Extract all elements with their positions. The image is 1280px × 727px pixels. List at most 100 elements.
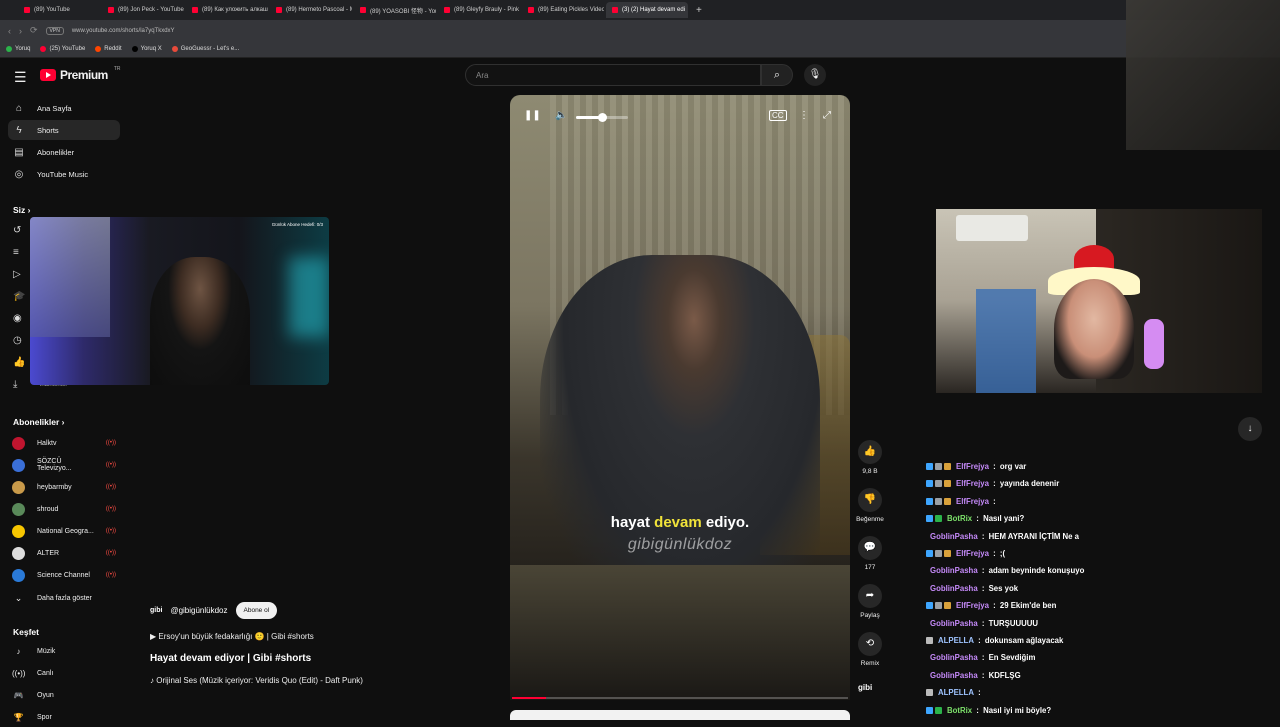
search-input[interactable]: Ara [465,64,761,86]
subscription-item[interactable]: ALTER ((•)) [12,543,116,563]
more-options-icon[interactable]: ⋮ [799,110,809,121]
volume-icon[interactable]: 🔈 [555,110,567,121]
explore-item[interactable]: 🎮 Oyun [12,685,116,705]
video-progress-bar[interactable] [512,697,848,699]
chat-message: GoblinPasha : HEM AYRANI İÇTİM Ne a [926,532,1079,541]
browser-tab[interactable]: (89) Как уложить алкаш [186,2,268,18]
video-title[interactable]: Hayat devam ediyor | Gibi #shorts [150,653,311,664]
courses-icon[interactable]: 🎓 [13,291,25,302]
music-info[interactable]: ♪ Orijinal Ses (Müzik içeriyor: Veridis … [150,676,363,685]
browser-tab[interactable]: (89) Hermeto Pascoal - M [270,2,352,18]
like-button[interactable]: 👍 9,8 B [852,440,888,475]
chat-separator: : [990,601,998,611]
voice-search-button[interactable]: 🎙 [804,64,826,86]
pause-icon[interactable]: ❚❚ [524,110,541,121]
explore-item[interactable]: 🏆 Spor [12,707,116,727]
next-short-preview[interactable] [510,710,850,720]
chat-username[interactable]: GoblinPasha [930,653,978,662]
subscription-item[interactable]: SÖZCÜ Televizyo... ((•)) [12,455,116,475]
subscription-item[interactable]: Halktv ((•)) [12,433,116,453]
scroll-down-button[interactable]: ↓ [1238,417,1262,441]
channel-handle[interactable]: @gibigünlükdoz [170,606,227,615]
playlist-icon[interactable]: ≡ [13,247,19,258]
watch-later-icon[interactable]: ◷ [13,335,22,346]
captions-icon[interactable]: CC [769,110,787,121]
chat-username[interactable]: ElfFrejya [956,497,989,506]
subscription-label: National Geogra... [37,527,94,535]
remix-button[interactable]: ⟲ Remix [852,632,888,667]
show-more-button[interactable]: ⌄ Daha fazla göster [12,588,116,608]
badge-icon [935,463,942,470]
subscription-item[interactable]: heybarmby ((•)) [12,477,116,497]
music-note-icon: ♪ [16,646,21,656]
chat-username[interactable]: GoblinPasha [930,584,978,593]
chat-username[interactable]: ElfFrejya [956,601,989,610]
browser-tab[interactable]: (89) YouTube [18,2,100,18]
browser-tab[interactable]: (89) YOASOBI 怪物 - You [354,2,436,18]
subscriptions-heading[interactable]: Abonelikler › [13,417,65,427]
chat-text: KDFLŞG [988,670,1021,680]
chat-text: org var [999,462,1027,471]
chat-separator: : [974,514,982,524]
chat-username[interactable]: GoblinPasha [930,532,978,541]
podcasts-icon[interactable]: ◉ [13,313,22,324]
channel-avatar-small[interactable]: gibi [858,683,872,692]
explore-item[interactable]: ((•)) Canlı [12,663,116,683]
subscription-item[interactable]: Science Channel ((•)) [12,565,116,585]
your-videos-icon[interactable]: ▷ [13,269,21,280]
video-caption: hayat devam ediyo. [510,514,850,531]
sidebar-item-ana-sayfa[interactable]: ⌂ Ana Sayfa [8,98,120,118]
browser-tab[interactable]: (3) (2) Hayat devam edi [606,2,688,18]
browser-tab[interactable]: (89) Eating Pickles Video [522,2,604,18]
sidebar-item-shorts[interactable]: ϟ Shorts [8,120,120,140]
liked-icon[interactable]: 👍 [13,357,25,368]
sidebar-item-abonelikler[interactable]: ▤ Abonelikler [8,142,120,162]
shorts-video-player[interactable] [510,95,850,700]
new-tab-button[interactable]: + [696,5,702,16]
search-button[interactable]: ⌕ [761,64,793,86]
subscription-item[interactable]: National Geogra... ((•)) [12,521,116,541]
chat-username[interactable]: ElfFrejya [956,462,989,471]
bookmark-item[interactable]: GeoGuessr - Let's e... [171,46,239,52]
vpn-badge[interactable]: VPN [45,26,64,35]
channel-logo[interactable]: gibi [150,607,162,614]
webcam-light [289,257,329,337]
chat-username[interactable]: ElfFrejya [956,479,989,488]
subscription-item[interactable]: shroud ((•)) [12,499,116,519]
history-icon[interactable]: ↺ [13,225,21,236]
browser-tab[interactable]: (89) Jon Peck - YouTube [102,2,184,18]
reload-icon[interactable]: ⟳ [30,25,38,36]
badge-icon [926,480,933,488]
download-icon[interactable]: ⤓ [13,379,17,390]
youtube-favicon-icon [108,7,114,13]
chat-username[interactable]: BotRix [947,514,972,523]
comments-button[interactable]: 💬 177 [852,536,888,571]
fullscreen-icon[interactable]: ⤢ [823,110,831,121]
video-description[interactable]: ▶ Ersoy'un büyük fedakarlığı 🙂 | Gibi #s… [150,632,314,641]
youtube-logo[interactable]: Premium TR [40,66,121,82]
chat-username[interactable]: ElfFrejya [956,549,989,558]
volume-knob[interactable] [598,113,607,122]
browser-tab[interactable]: (89) Gleyfy Brauly - Pink F [438,2,520,18]
menu-icon[interactable]: ☰ [14,69,27,86]
explore-item[interactable]: ♪ Müzik [12,641,116,661]
bookmark-item[interactable]: Yoruq X [131,46,162,52]
sidebar-item-youtube-music[interactable]: ◎ YouTube Music [8,164,120,184]
bookmark-item[interactable]: Yoruq [6,46,30,52]
dislike-button[interactable]: 👎 Beğenme [852,488,888,523]
back-icon[interactable]: ‹ [8,26,11,36]
forward-icon[interactable]: › [19,26,22,36]
url-text[interactable]: www.youtube.com/shorts/la7yqTkxdxY [72,28,175,34]
chat-username[interactable]: GoblinPasha [930,566,978,575]
bookmark-item[interactable]: (25) YouTube [40,46,85,52]
chat-username[interactable]: BotRix [947,706,972,715]
chat-username[interactable]: GoblinPasha [930,671,978,680]
chat-username[interactable]: GoblinPasha [930,619,978,628]
share-button[interactable]: ➦ Paylaş [852,584,888,619]
bookmark-item[interactable]: Reddit [95,46,122,52]
you-heading[interactable]: Siz › [13,205,30,215]
chat-username[interactable]: ALPELLA [938,636,974,645]
badge-icon [926,637,933,644]
subscribe-button[interactable]: Abone ol [235,602,278,619]
chat-username[interactable]: ALPELLA [938,688,974,697]
